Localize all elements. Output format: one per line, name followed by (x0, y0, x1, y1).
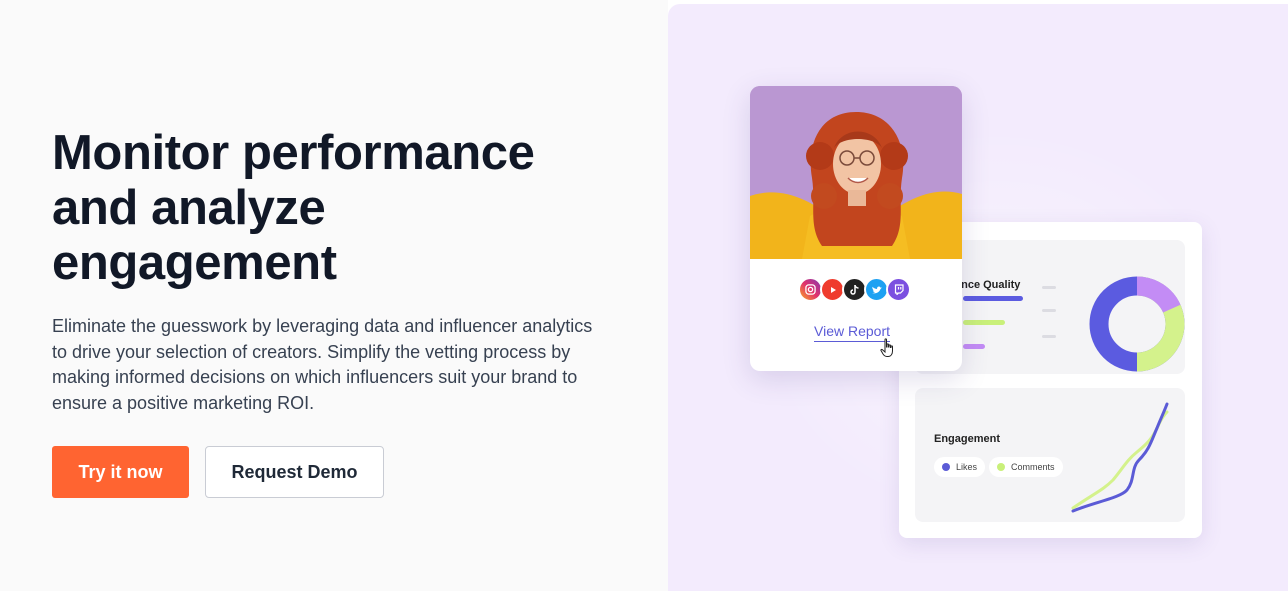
twitch-icon[interactable] (886, 277, 911, 302)
hero-title-line-2: and analyze (52, 181, 326, 235)
audience-dash-2 (1042, 309, 1056, 312)
audience-dash-3 (1042, 335, 1056, 338)
hero-title: Monitor performance and analyze engageme… (52, 126, 652, 291)
audience-bar-3 (963, 344, 985, 349)
influencer-profile-card: View Report (750, 86, 962, 371)
audience-donut-chart (1089, 276, 1185, 372)
engagement-box: Engagement Likes Comments (915, 388, 1185, 522)
audience-bar-2 (963, 320, 1005, 325)
try-it-now-button[interactable]: Try it now (52, 446, 189, 498)
social-icons-row (798, 277, 911, 303)
audience-dash-1 (1042, 286, 1056, 289)
hero-title-line-1: Monitor performance (52, 126, 535, 180)
landing-section: Monitor performance and analyze engageme… (0, 0, 1288, 591)
influencer-portrait-illustration (750, 86, 962, 259)
engagement-title: Engagement (934, 433, 1001, 445)
audience-bar-1 (963, 296, 1023, 301)
engagement-line-chart (1071, 402, 1169, 513)
influencer-photo (750, 86, 962, 259)
request-demo-button[interactable]: Request Demo (205, 446, 384, 498)
view-report-link[interactable]: View Report (814, 323, 891, 342)
left-background (0, 0, 668, 591)
legend-comments-label: Comments (1011, 462, 1055, 472)
hand-cursor-icon (880, 338, 893, 357)
likes-line (1071, 402, 1169, 513)
audience-quality-title: ence Quality (955, 279, 1021, 291)
comments-dot (997, 463, 1005, 471)
likes-dot (942, 463, 950, 471)
donut-segment-purple (1136, 276, 1181, 313)
legend-likes-label: Likes (956, 462, 978, 472)
legend-likes: Likes (934, 457, 986, 477)
hero-title-line-3: engagement (52, 236, 337, 290)
legend-comments: Comments (989, 457, 1063, 477)
hero-description: Eliminate the guesswork by leveraging da… (52, 316, 593, 413)
